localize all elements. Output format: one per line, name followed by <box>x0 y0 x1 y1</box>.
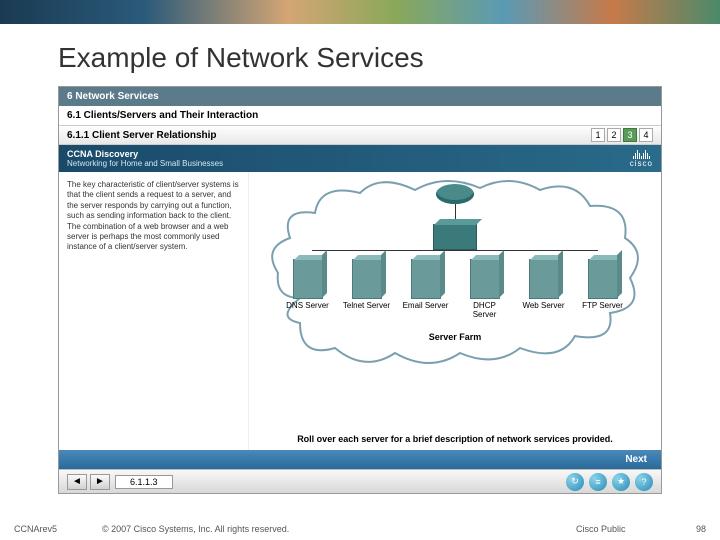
pager: 1 2 3 4 <box>591 128 653 142</box>
glossary-icon[interactable]: ★ <box>612 473 630 491</box>
next-nav-button[interactable]: ► <box>90 474 110 490</box>
cisco-logo-icon: cisco <box>630 149 653 168</box>
server-dhcp[interactable]: DHCP Server <box>461 259 509 320</box>
footer-copyright: © 2007 Cisco Systems, Inc. All rights re… <box>94 524 576 534</box>
server-icon <box>470 259 500 299</box>
server-label: Web Server <box>522 302 564 311</box>
slide-footer: CCNArev5 © 2007 Cisco Systems, Inc. All … <box>0 524 720 534</box>
footer-classification: Cisco Public <box>576 524 696 534</box>
bus-line <box>312 250 598 251</box>
router-icon <box>436 184 474 204</box>
cloud-diagram: DNS Server Telnet Server Email Server DH… <box>270 178 640 368</box>
server-icon <box>352 259 382 299</box>
footer-page-number: 98 <box>696 524 706 534</box>
next-button[interactable]: Next <box>59 450 661 469</box>
server-email[interactable]: Email Server <box>402 259 450 320</box>
page-index: 6.1.1.3 <box>115 475 173 489</box>
server-icon <box>293 259 323 299</box>
server-farm-label: Server Farm <box>270 332 640 342</box>
main-content-area: The key characteristic of client/server … <box>59 172 661 450</box>
page-2-button[interactable]: 2 <box>607 128 621 142</box>
server-icon <box>411 259 441 299</box>
servers-row: DNS Server Telnet Server Email Server DH… <box>270 259 640 320</box>
description-text: The key characteristic of client/server … <box>59 172 249 450</box>
server-label: FTP Server <box>582 302 623 311</box>
server-label: Telnet Server <box>343 302 390 311</box>
header-photo-strip <box>0 0 720 24</box>
nav-footer: ◄ ► 6.1.1.3 ↻ ≡ ★ ? <box>59 469 661 493</box>
help-icon[interactable]: ? <box>635 473 653 491</box>
subsection-row: 6.1.1 Client Server Relationship 1 2 3 4 <box>59 126 661 145</box>
page-3-button[interactable]: 3 <box>623 128 637 142</box>
chapter-bar: 6 Network Services <box>59 87 661 106</box>
instruction-text: Roll over each server for a brief descri… <box>249 434 661 444</box>
course-content-frame: 6 Network Services 6.1 Clients/Servers a… <box>58 86 662 494</box>
server-label: Email Server <box>403 302 449 311</box>
server-dns[interactable]: DNS Server <box>284 259 332 320</box>
brand-text: CCNA Discovery Networking for Home and S… <box>67 149 223 168</box>
server-icon <box>529 259 559 299</box>
slide-title: Example of Network Services <box>0 24 720 86</box>
nav-icons: ↻ ≡ ★ ? <box>566 473 653 491</box>
server-telnet[interactable]: Telnet Server <box>343 259 391 320</box>
footer-left: CCNArev5 <box>14 524 94 534</box>
server-label: DNS Server <box>286 302 329 311</box>
page-4-button[interactable]: 4 <box>639 128 653 142</box>
network-diagram: DNS Server Telnet Server Email Server DH… <box>249 172 661 450</box>
subsection-title: 6.1.1 Client Server Relationship <box>67 130 217 141</box>
server-web[interactable]: Web Server <box>520 259 568 320</box>
brand-banner: CCNA Discovery Networking for Home and S… <box>59 145 661 172</box>
brand-name: CCNA Discovery <box>67 149 223 159</box>
restart-icon[interactable]: ↻ <box>566 473 584 491</box>
cisco-logo-text: cisco <box>630 159 653 168</box>
brand-subtitle: Networking for Home and Small Businesses <box>67 159 223 168</box>
toc-icon[interactable]: ≡ <box>589 473 607 491</box>
server-label: DHCP Server <box>461 302 509 320</box>
switch-icon <box>433 224 477 250</box>
page-1-button[interactable]: 1 <box>591 128 605 142</box>
section-bar: 6.1 Clients/Servers and Their Interactio… <box>59 106 661 126</box>
prev-button[interactable]: ◄ <box>67 474 87 490</box>
server-icon <box>588 259 618 299</box>
server-ftp[interactable]: FTP Server <box>579 259 627 320</box>
